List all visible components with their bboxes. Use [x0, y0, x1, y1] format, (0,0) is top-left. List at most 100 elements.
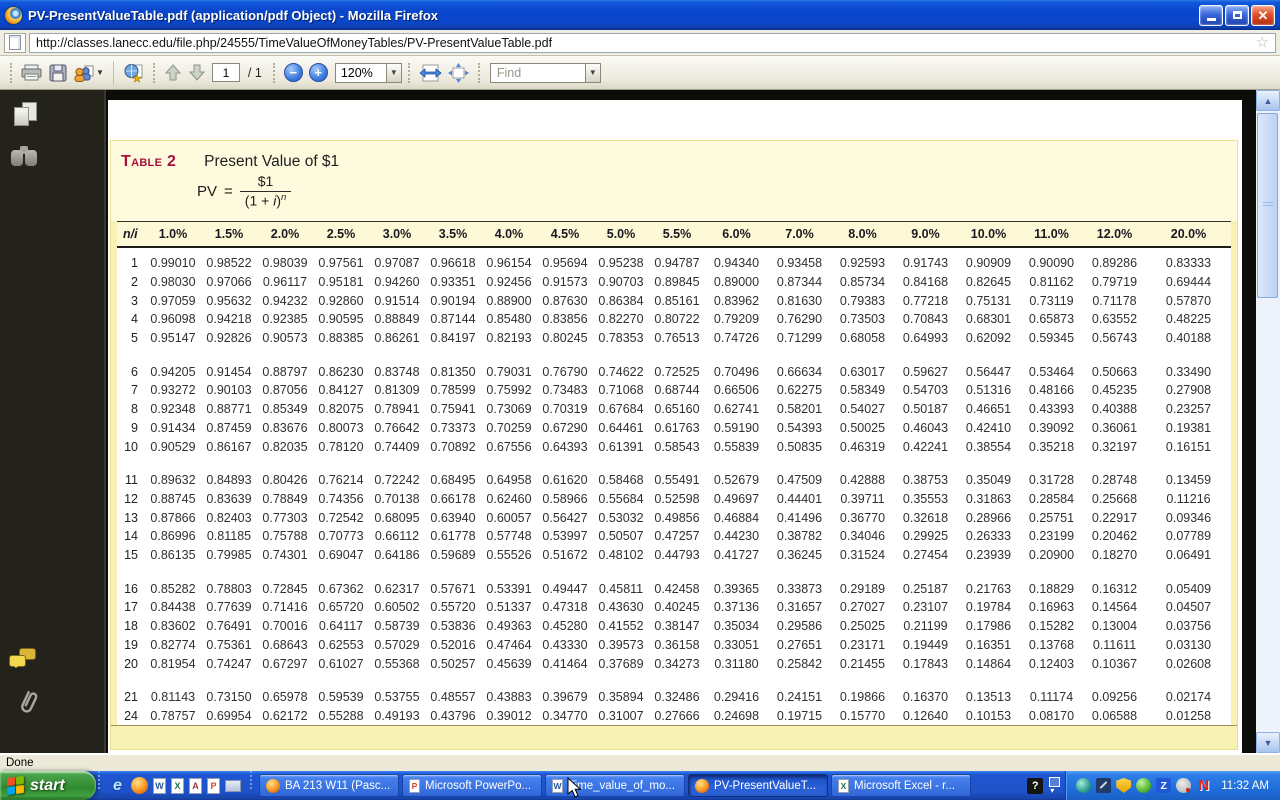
- scroll-up-button[interactable]: ▲: [1256, 90, 1280, 111]
- table-row: 60.942050.914540.887970.862300.837480.81…: [117, 348, 1231, 381]
- page-number-input[interactable]: 1: [212, 63, 240, 82]
- fit-page-button[interactable]: [448, 63, 469, 83]
- find-dropdown-button[interactable]: ▼: [586, 63, 601, 83]
- pv-factor-cell: 0.36158: [649, 636, 705, 655]
- pv-factor-cell: 0.51672: [537, 546, 593, 565]
- window-title: PV-PresentValueTable.pdf (application/pd…: [28, 8, 438, 23]
- pv-factor-cell: 0.52016: [425, 636, 481, 655]
- present-value-table: n/i1.0%1.5%2.0%2.5%3.0%3.5%4.0%4.5%5.0%5…: [117, 221, 1231, 725]
- powerpoint-icon[interactable]: P: [207, 778, 220, 794]
- close-button[interactable]: ✕: [1251, 5, 1275, 26]
- pv-factor-cell: 0.83333: [1146, 247, 1231, 272]
- access-icon[interactable]: A: [189, 778, 202, 794]
- pv-factor-cell: 0.20900: [1020, 546, 1083, 565]
- pv-factor-cell: 0.12640: [894, 706, 957, 725]
- pv-factor-cell: 0.74622: [593, 348, 649, 381]
- pv-factor-cell: 0.76642: [369, 418, 425, 437]
- hidden-icons-chevron[interactable]: ▾: [1047, 777, 1061, 795]
- pv-factor-cell: 0.74247: [201, 654, 257, 673]
- quick-launch-grip[interactable]: [98, 771, 100, 789]
- zoom-dropdown-button[interactable]: ▼: [387, 63, 402, 83]
- url-input[interactable]: http://classes.lanecc.edu/file.php/24555…: [29, 33, 1276, 53]
- taskbar-clock[interactable]: 11:32 AM: [1221, 780, 1269, 792]
- excel-icon[interactable]: X: [171, 778, 184, 794]
- scrollbar-thumb[interactable]: [1257, 113, 1278, 298]
- paperclip-icon[interactable]: [16, 688, 40, 723]
- shield-tray-icon[interactable]: [1116, 778, 1131, 793]
- firefox-icon[interactable]: [131, 777, 148, 794]
- pv-factor-cell: 0.83962: [705, 291, 768, 310]
- zoom-level-input[interactable]: 120%: [335, 63, 387, 83]
- pv-factor-cell: 0.03756: [1146, 617, 1231, 636]
- pv-factor-cell: 0.28584: [1020, 489, 1083, 508]
- comments-icon[interactable]: [9, 648, 39, 672]
- outlook-express-icon[interactable]: [225, 780, 241, 792]
- zoom-out-button[interactable]: −: [284, 63, 303, 82]
- email-dropdown-icon[interactable]: ▼: [96, 68, 104, 77]
- pv-factor-cell: 0.88849: [369, 310, 425, 329]
- volume-tray-icon[interactable]: [1176, 778, 1191, 793]
- pv-factor-cell: 0.64117: [313, 617, 369, 636]
- system-tray: Z N 11:32 AM: [1065, 771, 1280, 800]
- pv-factor-cell: 0.49856: [649, 508, 705, 527]
- pv-factor-cell: 0.21199: [894, 617, 957, 636]
- pv-table-panel: Table 2 Present Value of $1 PV = $1 (1 +…: [110, 140, 1238, 750]
- pv-factor-cell: 0.84168: [894, 272, 957, 291]
- email-button[interactable]: ▼: [73, 64, 104, 82]
- pv-factor-cell: 0.33490: [1146, 348, 1231, 381]
- pv-factor-cell: 0.64461: [593, 418, 649, 437]
- pv-factor-cell: 0.67362: [313, 565, 369, 598]
- pv-factor-cell: 0.22917: [1083, 508, 1146, 527]
- taskbar-task-2[interactable]: PMicrosoft PowerPo...: [402, 774, 542, 797]
- help-tray-icon[interactable]: ?: [1027, 778, 1043, 794]
- vertical-scrollbar[interactable]: ▲ ▼: [1256, 90, 1280, 753]
- find-input[interactable]: Find: [490, 63, 586, 83]
- pv-factor-cell: 0.18829: [1020, 565, 1083, 598]
- internet-explorer-icon[interactable]: e: [109, 777, 126, 794]
- fit-width-button[interactable]: [419, 63, 442, 83]
- pv-factor-cell: 0.61391: [593, 437, 649, 456]
- zoom-in-button[interactable]: +: [309, 63, 328, 82]
- table-row: 150.861350.799850.743010.690470.641860.5…: [117, 546, 1231, 565]
- minimize-button[interactable]: [1199, 5, 1223, 26]
- taskband-grip[interactable]: [250, 771, 252, 789]
- taskbar-task-1[interactable]: BA 213 W11 (Pasc...: [259, 774, 399, 797]
- pv-factor-cell: 0.84893: [201, 456, 257, 489]
- word-icon[interactable]: W: [153, 778, 166, 794]
- pv-factor-cell: 0.58349: [831, 381, 894, 400]
- pv-factor-cell: 0.46884: [705, 508, 768, 527]
- start-button[interactable]: start: [0, 771, 96, 800]
- save-button[interactable]: [49, 64, 67, 82]
- pv-factor-cell: 0.79209: [705, 310, 768, 329]
- taskbar-task-4[interactable]: PV-PresentValueT...: [688, 774, 828, 797]
- z-app-tray-icon[interactable]: Z: [1156, 778, 1171, 793]
- pv-factor-cell: 0.51337: [481, 598, 537, 617]
- print-button[interactable]: [21, 64, 43, 82]
- scroll-down-button[interactable]: ▼: [1256, 732, 1280, 753]
- pv-factor-cell: 0.61763: [649, 418, 705, 437]
- bookmark-star-icon[interactable]: ☆: [1256, 35, 1269, 50]
- pv-factor-cell: 0.26333: [957, 527, 1020, 546]
- taskbar-task-3[interactable]: WTime_value_of_mo...: [545, 774, 685, 797]
- pv-factor-cell: 0.98030: [145, 272, 201, 291]
- pv-factor-cell: 0.44401: [768, 489, 831, 508]
- pages-panel-icon[interactable]: [14, 102, 40, 128]
- next-page-button[interactable]: [188, 64, 206, 81]
- binoculars-icon[interactable]: [11, 146, 39, 168]
- novell-tray-icon[interactable]: N: [1196, 778, 1211, 793]
- rate-column-header: 4.0%: [481, 222, 537, 248]
- pv-factor-cell: 0.17986: [957, 617, 1020, 636]
- green-orb-tray-icon[interactable]: [1136, 778, 1151, 793]
- globe-tray-icon[interactable]: [1076, 778, 1091, 793]
- pv-factor-cell: 0.32486: [649, 673, 705, 706]
- web-share-button[interactable]: ★: [123, 63, 144, 83]
- restore-button[interactable]: [1225, 5, 1249, 26]
- pv-factor-cell: 0.83676: [257, 418, 313, 437]
- period-cell: 1: [117, 247, 145, 272]
- taskbar-task-5[interactable]: XMicrosoft Excel - r...: [831, 774, 971, 797]
- previous-page-button[interactable]: [164, 64, 182, 81]
- pv-factor-cell: 0.94787: [649, 247, 705, 272]
- wrench-tray-icon[interactable]: [1096, 778, 1111, 793]
- restore-icon: [1233, 11, 1242, 19]
- pv-factor-cell: 0.55526: [481, 546, 537, 565]
